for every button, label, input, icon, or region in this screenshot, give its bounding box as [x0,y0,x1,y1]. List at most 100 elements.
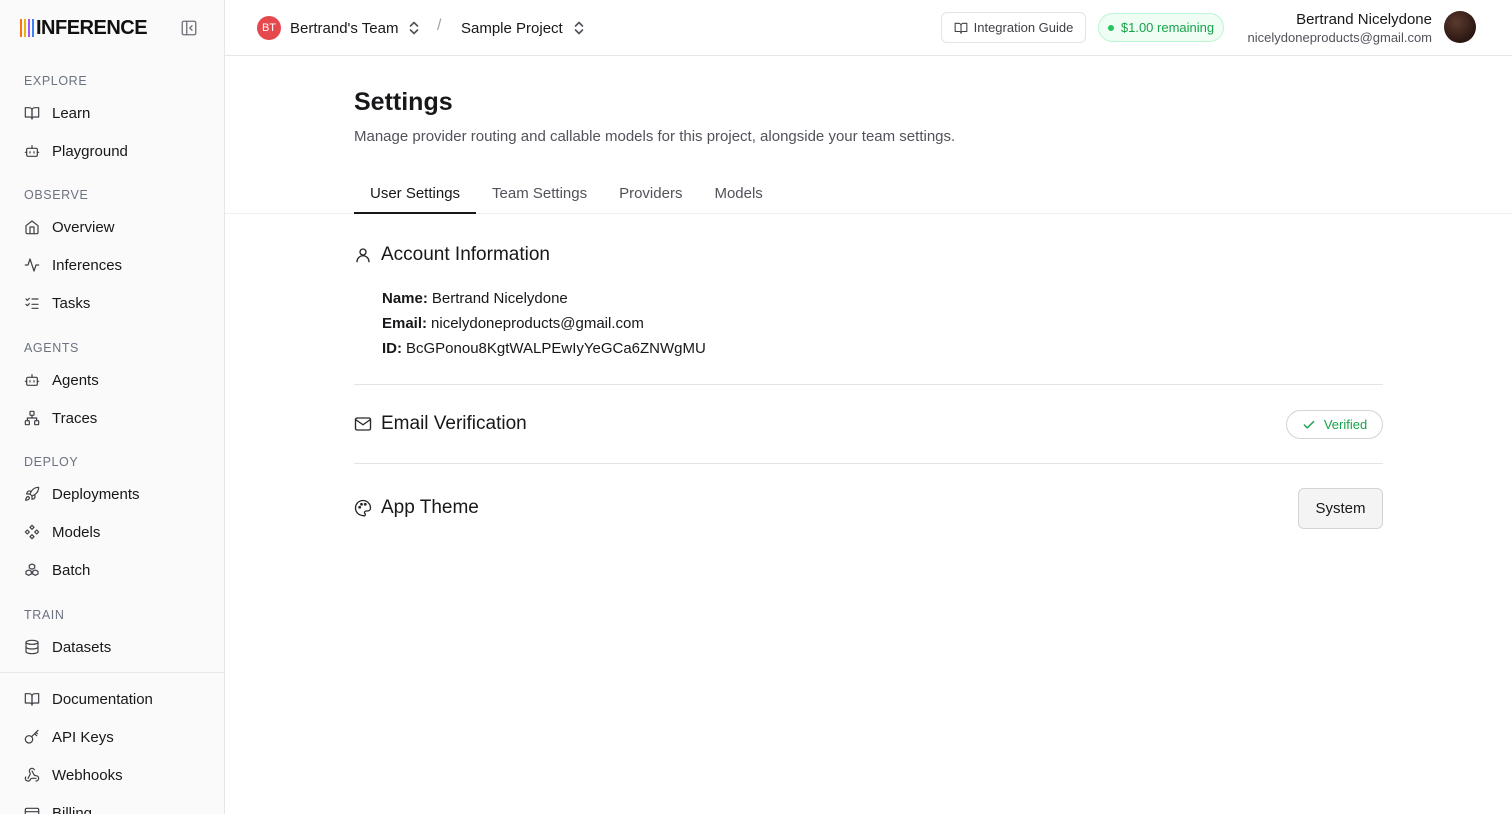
diamonds-icon [24,524,40,540]
integration-guide-button[interactable]: Integration Guide [941,12,1086,43]
check-icon [1303,420,1315,429]
sidebar-item-documentation[interactable]: Documentation [16,682,209,716]
nav-section-explore: EXPLORE [24,74,88,88]
tab-providers[interactable]: Providers [603,176,698,214]
sidebar-item-deployments[interactable]: Deployments [16,477,209,511]
user-email: nicelydoneproducts@gmail.com [1247,30,1432,45]
section-title: App Theme [381,497,479,518]
sidebar-item-label: Deployments [52,485,140,503]
chevrons-up-down-icon [410,21,419,35]
sidebar-item-datasets[interactable]: Datasets [16,630,209,664]
sidebar-item-label: Inferences [52,256,123,274]
account-id-row: ID: BcGPonou8KgtWALPEwIyYeGCa6ZNWgMU [382,340,706,357]
account-info-header: Account Information [354,244,550,266]
palette-icon [354,499,372,517]
rocket-icon [24,486,40,502]
sidebar-item-label: Tasks [52,294,91,312]
sidebar-item-label: Billing [52,804,93,814]
sidebar-item-label: Batch [52,561,91,579]
webhook-icon [24,767,40,783]
integration-guide-label: Integration Guide [973,20,1074,35]
team-switcher[interactable]: BT Bertrand's Team [257,15,420,41]
brand-name: INFERENCE [36,16,148,39]
book-icon [24,691,40,707]
tab-user-settings[interactable]: User Settings [354,176,477,214]
page-subtitle: Manage provider routing and callable mod… [354,128,956,145]
name-label: Name: [382,290,428,307]
sidebar-item-label: Documentation [52,690,153,708]
email-verification-header: Email Verification [354,413,527,435]
section-title: Email Verification [381,413,527,434]
sidebar-item-label: Overview [52,218,115,236]
sidebar-item-label: Learn [52,104,91,122]
settings-tabs: User Settings Team Settings Providers Mo… [354,176,779,214]
account-name-row: Name: Bertrand Nicelydone [382,290,568,307]
account-name: Bertrand Nicelydone [431,290,568,307]
theme-select-button[interactable]: System [1298,488,1383,529]
database-icon [24,639,40,655]
activity-icon [24,257,40,273]
home-icon [24,219,40,235]
project-switcher[interactable]: Sample Project [461,15,585,41]
project-name: Sample Project [461,19,563,37]
brand-bars-icon [20,19,34,37]
sidebar-item-traces[interactable]: Traces [16,401,209,435]
user-info: Bertrand Nicelydone nicelydoneproducts@g… [1248,11,1432,46]
sidebar-item-tasks[interactable]: Tasks [16,286,209,320]
email-label: Email: [382,315,428,332]
user-name: Bertrand Nicelydone [1296,11,1432,28]
sidebar-item-label: Traces [52,409,98,427]
app-root: INFERENCE EXPLORE Learn Playground OBSER… [0,0,1512,814]
credits-badge: $1.00 remaining [1098,13,1224,42]
sidebar-item-overview[interactable]: Overview [16,210,209,244]
sidebar-item-inferences[interactable]: Inferences [16,248,209,282]
verified-label: Verified [1323,417,1368,432]
section-title: Account Information [381,244,550,265]
nav-section-deploy: DEPLOY [24,455,79,469]
status-dot-icon [1107,24,1114,31]
sidebar-collapse-icon[interactable] [180,19,198,37]
sidebar-item-label: Webhooks [52,766,123,784]
credit-card-icon [24,805,40,814]
nav-section-agents: AGENTS [24,341,79,355]
verified-badge: Verified [1286,410,1383,439]
account-email: nicelydoneproducts@gmail.com [431,315,644,332]
sidebar-item-learn[interactable]: Learn [16,96,209,130]
sidebar-item-label: Agents [52,371,99,389]
nav-section-observe: OBSERVE [24,188,89,202]
credits-label: $1.00 remaining [1120,20,1215,35]
brand-logo[interactable]: INFERENCE [20,16,148,40]
bot-icon [24,372,40,388]
network-icon [24,410,40,426]
tab-models[interactable]: Models [698,176,778,214]
page-title: Settings [354,88,453,116]
boxes-icon [24,562,40,578]
book-open-icon [954,22,967,34]
sidebar-item-agents[interactable]: Agents [16,363,209,397]
app-theme-header: App Theme [354,497,479,519]
book-icon [24,105,40,121]
topbar: BT Bertrand's Team / Sample Project Inte… [225,0,1512,56]
section-divider [354,384,1383,385]
sidebar: INFERENCE EXPLORE Learn Playground OBSER… [0,0,225,814]
chevrons-up-down-icon [574,21,584,35]
sidebar-item-billing[interactable]: Billing [16,796,209,814]
tab-team-settings[interactable]: Team Settings [476,176,603,214]
bot-icon [24,143,40,159]
sidebar-item-webhooks[interactable]: Webhooks [16,758,209,792]
sidebar-item-label: Datasets [52,638,112,656]
sidebar-item-api-keys[interactable]: API Keys [16,720,209,754]
sidebar-item-label: Playground [52,142,128,160]
sidebar-item-batch[interactable]: Batch [16,553,209,587]
list-checks-icon [24,295,40,311]
team-avatar: BT [257,16,281,40]
team-name: Bertrand's Team [290,19,399,37]
account-email-row: Email: nicelydoneproducts@gmail.com [382,315,644,332]
sidebar-divider [0,672,224,673]
sidebar-item-playground[interactable]: Playground [16,134,209,168]
breadcrumb-separator: / [437,17,442,34]
user-icon [354,246,372,264]
avatar[interactable] [1444,11,1476,43]
sidebar-item-models[interactable]: Models [16,515,209,549]
id-label: ID: [382,340,402,357]
